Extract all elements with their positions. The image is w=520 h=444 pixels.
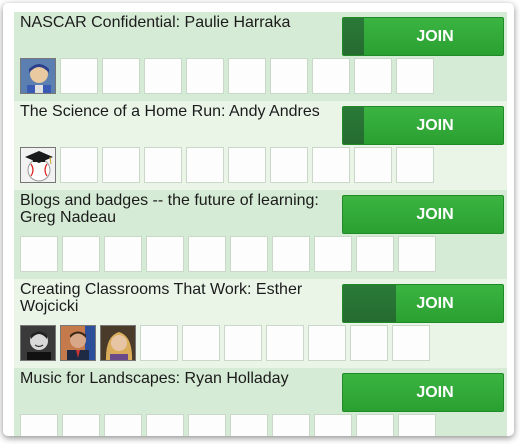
session-row: Music for Landscapes: Ryan Holladay JOIN <box>14 368 507 436</box>
empty-participant-slot <box>270 147 308 183</box>
join-button[interactable]: JOIN <box>342 284 504 323</box>
join-button-label: JOIN <box>416 294 454 312</box>
racing-driver-avatar[interactable] <box>20 58 56 94</box>
session-list-panel: NASCAR Confidential: Paulie Harraka JOIN <box>3 3 514 436</box>
empty-participant-slot <box>60 58 98 94</box>
empty-participant-slot <box>356 414 394 436</box>
empty-participant-slot <box>146 414 184 436</box>
empty-participant-slot <box>272 414 310 436</box>
empty-participant-slot <box>228 58 266 94</box>
session-title: Blogs and badges -- the future of learni… <box>20 192 319 226</box>
participant-slots <box>20 58 434 94</box>
session-title: Creating Classrooms That Work: Esther Wo… <box>20 281 303 315</box>
participant-slots <box>20 147 434 183</box>
empty-participant-slot <box>188 236 226 272</box>
session-row: The Science of a Home Run: Andy Andres J… <box>14 101 507 190</box>
join-button-label: JOIN <box>416 116 454 134</box>
man-suit-avatar[interactable] <box>60 325 96 361</box>
empty-participant-slot <box>312 147 350 183</box>
session-row: Blogs and badges -- the future of learni… <box>14 190 507 279</box>
empty-participant-slot <box>314 414 352 436</box>
session-row: Creating Classrooms That Work: Esther Wo… <box>14 279 507 368</box>
empty-participant-slot <box>224 325 262 361</box>
empty-participant-slot <box>266 325 304 361</box>
session-title: NASCAR Confidential: Paulie Harraka <box>20 14 291 31</box>
empty-participant-slot <box>104 236 142 272</box>
empty-participant-slot <box>62 414 100 436</box>
empty-participant-slot <box>314 236 352 272</box>
session-list: NASCAR Confidential: Paulie Harraka JOIN <box>14 12 507 436</box>
empty-participant-slot <box>356 236 394 272</box>
session-row: NASCAR Confidential: Paulie Harraka JOIN <box>14 12 507 101</box>
join-progress-fill <box>343 18 364 55</box>
empty-participant-slot <box>182 325 220 361</box>
join-progress-fill <box>343 107 364 144</box>
join-button[interactable]: JOIN <box>342 195 504 234</box>
empty-participant-slot <box>102 58 140 94</box>
participant-slots <box>20 414 436 436</box>
join-button-label: JOIN <box>416 383 454 401</box>
join-button-label: JOIN <box>416 27 454 45</box>
man-smiling-avatar[interactable] <box>20 325 56 361</box>
empty-participant-slot <box>354 147 392 183</box>
empty-participant-slot <box>228 147 266 183</box>
empty-participant-slot <box>270 58 308 94</box>
empty-participant-slot <box>392 325 430 361</box>
participant-slots <box>20 325 430 361</box>
empty-participant-slot <box>230 236 268 272</box>
empty-participant-slot <box>102 147 140 183</box>
join-progress-fill <box>343 285 396 322</box>
empty-participant-slot <box>396 58 434 94</box>
woman-blonde-avatar[interactable] <box>100 325 136 361</box>
session-title: The Science of a Home Run: Andy Andres <box>20 103 320 120</box>
empty-participant-slot <box>398 414 436 436</box>
empty-participant-slot <box>140 325 178 361</box>
empty-participant-slot <box>62 236 100 272</box>
participant-slots <box>20 236 436 272</box>
join-button[interactable]: JOIN <box>342 17 504 56</box>
empty-participant-slot <box>144 147 182 183</box>
empty-participant-slot <box>20 236 58 272</box>
empty-participant-slot <box>60 147 98 183</box>
empty-participant-slot <box>104 414 142 436</box>
empty-participant-slot <box>230 414 268 436</box>
empty-participant-slot <box>308 325 346 361</box>
join-button[interactable]: JOIN <box>342 106 504 145</box>
join-button[interactable]: JOIN <box>342 373 504 412</box>
empty-participant-slot <box>312 58 350 94</box>
empty-participant-slot <box>144 58 182 94</box>
empty-participant-slot <box>146 236 184 272</box>
graduation-baseball-avatar[interactable] <box>20 147 56 183</box>
empty-participant-slot <box>186 58 224 94</box>
empty-participant-slot <box>186 147 224 183</box>
empty-participant-slot <box>188 414 226 436</box>
empty-participant-slot <box>354 58 392 94</box>
empty-participant-slot <box>396 147 434 183</box>
empty-participant-slot <box>350 325 388 361</box>
empty-participant-slot <box>20 414 58 436</box>
session-title: Music for Landscapes: Ryan Holladay <box>20 370 289 387</box>
empty-participant-slot <box>272 236 310 272</box>
empty-participant-slot <box>398 236 436 272</box>
join-button-label: JOIN <box>416 205 454 223</box>
